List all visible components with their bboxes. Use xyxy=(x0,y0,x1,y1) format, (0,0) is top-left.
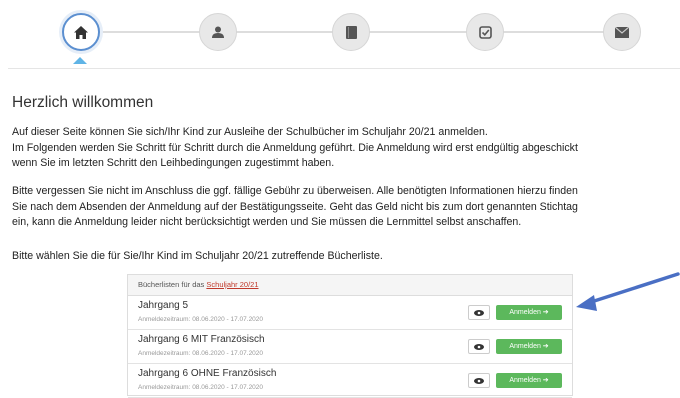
annotation-arrow-icon xyxy=(576,272,680,311)
